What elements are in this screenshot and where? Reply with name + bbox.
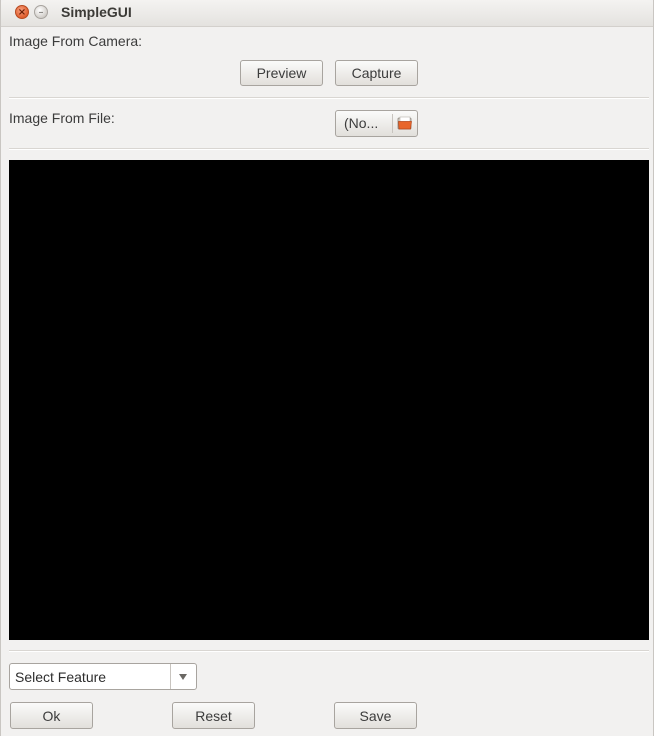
minimize-icon[interactable]: – (34, 5, 48, 19)
preview-button[interactable]: Preview (240, 60, 323, 86)
capture-button[interactable]: Capture (335, 60, 418, 86)
feature-select-value: Select Feature (15, 669, 107, 685)
feature-select[interactable]: Select Feature (9, 663, 197, 690)
save-button[interactable]: Save (334, 702, 417, 729)
file-chooser-button[interactable]: (No... (335, 110, 418, 137)
folder-open-icon (397, 116, 412, 130)
file-chooser-label: (No... (344, 115, 379, 131)
camera-section-label: Image From Camera: (9, 33, 143, 49)
file-section-label: Image From File: (9, 110, 115, 126)
close-icon[interactable]: × (15, 5, 29, 19)
separator (9, 97, 649, 99)
title-bar[interactable]: × – SimpleGUI (1, 0, 653, 27)
file-chooser-divider (392, 114, 393, 133)
chevron-down-icon[interactable] (179, 674, 187, 680)
ok-button[interactable]: Ok (10, 702, 93, 729)
separator (9, 148, 649, 150)
window-title: SimpleGUI (61, 4, 132, 20)
feature-select-divider (170, 664, 171, 689)
separator (9, 650, 649, 652)
reset-button[interactable]: Reset (172, 702, 255, 729)
image-display (9, 160, 649, 640)
app-window: × – SimpleGUI Image From Camera: Preview… (0, 0, 654, 736)
